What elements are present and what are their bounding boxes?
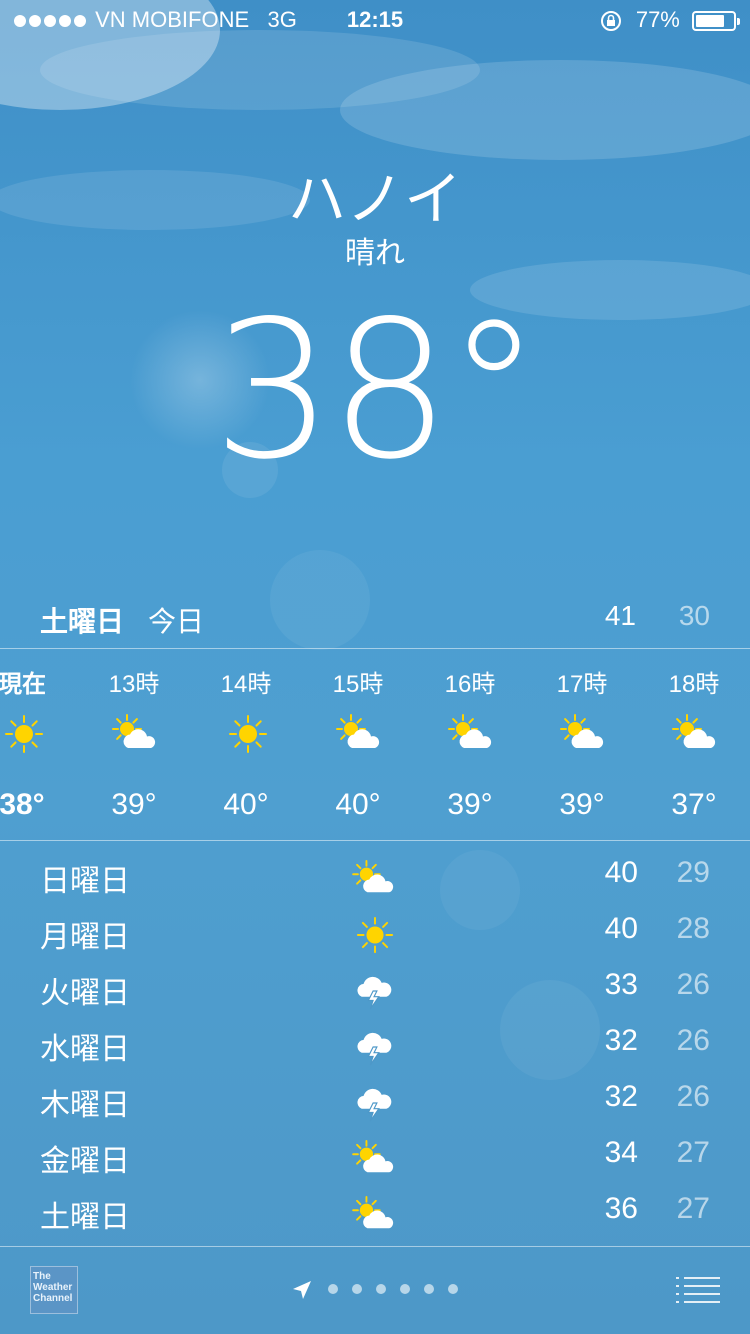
daily-day: 水曜日 [40, 1033, 130, 1066]
today-day: 土曜日 [40, 606, 125, 637]
today-high: 41 [604, 600, 636, 631]
hour-label: 16時 [444, 671, 496, 698]
daily-high: 36 [604, 1192, 638, 1225]
battery-info: 77% [600, 0, 740, 40]
daily-row: 日曜日 40 29 [0, 848, 750, 904]
battery-icon [692, 11, 740, 32]
battery-percent: 77% [635, 7, 680, 32]
daily-high: 33 [604, 968, 638, 1001]
hourly-forecast[interactable]: 現在 38° 13時 39° 14時 40° 15時 40° 16時 39° 17時 39… [0, 650, 750, 840]
divider [0, 1246, 750, 1247]
location-arrow-icon [293, 1281, 311, 1299]
page-dot[interactable] [352, 1284, 362, 1294]
page-indicator[interactable] [290, 1278, 470, 1302]
hour-label: 14時 [220, 671, 272, 698]
sun-icon [352, 916, 398, 954]
hour-label: 15時 [332, 671, 384, 698]
sun-icon [0, 714, 48, 754]
footer-toolbar: The Weather Channel [0, 1248, 750, 1334]
daily-day: 日曜日 [40, 865, 130, 898]
partly-cloudy-icon [336, 714, 384, 754]
daily-high: 40 [604, 856, 638, 889]
partly-cloudy-icon [672, 714, 720, 754]
daily-day: 月曜日 [40, 921, 130, 954]
thunderstorm-icon [352, 972, 398, 1010]
daily-high: 40 [604, 912, 638, 945]
sun-icon [224, 714, 272, 754]
daily-low: 27 [676, 1192, 710, 1225]
thunderstorm-icon [352, 1028, 398, 1066]
daily-high: 34 [604, 1136, 638, 1169]
today-summary: 土曜日 今日 41 30 [0, 600, 750, 646]
hour-temperature: 37° [671, 788, 717, 821]
partly-cloudy-icon [448, 714, 496, 754]
partly-cloudy-icon [352, 1140, 398, 1178]
divider [0, 648, 750, 649]
daily-day: 木曜日 [40, 1089, 130, 1122]
daily-day: 火曜日 [40, 977, 130, 1010]
daily-low: 26 [676, 1080, 710, 1113]
daily-row: 水曜日 32 26 [0, 1016, 750, 1072]
hour-label: 13時 [108, 671, 160, 698]
divider [0, 840, 750, 841]
partly-cloudy-icon [560, 714, 608, 754]
daily-low: 29 [676, 856, 710, 889]
daily-row: 金曜日 34 27 [0, 1128, 750, 1184]
weather-channel-logo[interactable]: The Weather Channel [30, 1266, 78, 1314]
page-dot[interactable] [400, 1284, 410, 1294]
weather-condition: 晴れ [345, 237, 405, 270]
page-dot[interactable] [424, 1284, 434, 1294]
partly-cloudy-icon [352, 1196, 398, 1234]
today-low: 30 [678, 600, 710, 631]
daily-row: 火曜日 33 26 [0, 960, 750, 1016]
partly-cloudy-icon [112, 714, 160, 754]
current-temperature: 38° [212, 280, 542, 501]
hour-label: 17時 [556, 671, 608, 698]
daily-low: 26 [676, 1024, 710, 1057]
today-label: 今日 [148, 606, 205, 637]
rotation-lock-icon [600, 11, 621, 32]
daily-low: 27 [676, 1136, 710, 1169]
status-bar: VN MOBIFONE 3G 12:15 77% [0, 0, 750, 40]
hour-label: 現在 [0, 671, 46, 698]
daily-low: 28 [676, 912, 710, 945]
thunderstorm-icon [352, 1084, 398, 1122]
hour-temperature: 38° [0, 788, 45, 821]
page-dot[interactable] [328, 1284, 338, 1294]
daily-row: 土曜日 36 27 [0, 1184, 750, 1240]
daily-row: 月曜日 40 28 [0, 904, 750, 960]
hour-label: 18時 [668, 671, 720, 698]
page-dot[interactable] [376, 1284, 386, 1294]
hour-temperature: 39° [559, 788, 605, 821]
daily-day: 金曜日 [40, 1145, 130, 1178]
hour-temperature: 40° [223, 788, 269, 821]
hour-temperature: 39° [447, 788, 493, 821]
daily-low: 26 [676, 968, 710, 1001]
daily-high: 32 [604, 1080, 638, 1113]
city-name: ハノイ [287, 167, 462, 232]
city-list-button[interactable] [676, 1274, 720, 1306]
daily-day: 土曜日 [40, 1201, 130, 1234]
daily-high: 32 [604, 1024, 638, 1057]
hour-temperature: 39° [111, 788, 157, 821]
partly-cloudy-icon [352, 860, 398, 898]
daily-row: 木曜日 32 26 [0, 1072, 750, 1128]
hour-temperature: 40° [335, 788, 381, 821]
page-dot[interactable] [448, 1284, 458, 1294]
